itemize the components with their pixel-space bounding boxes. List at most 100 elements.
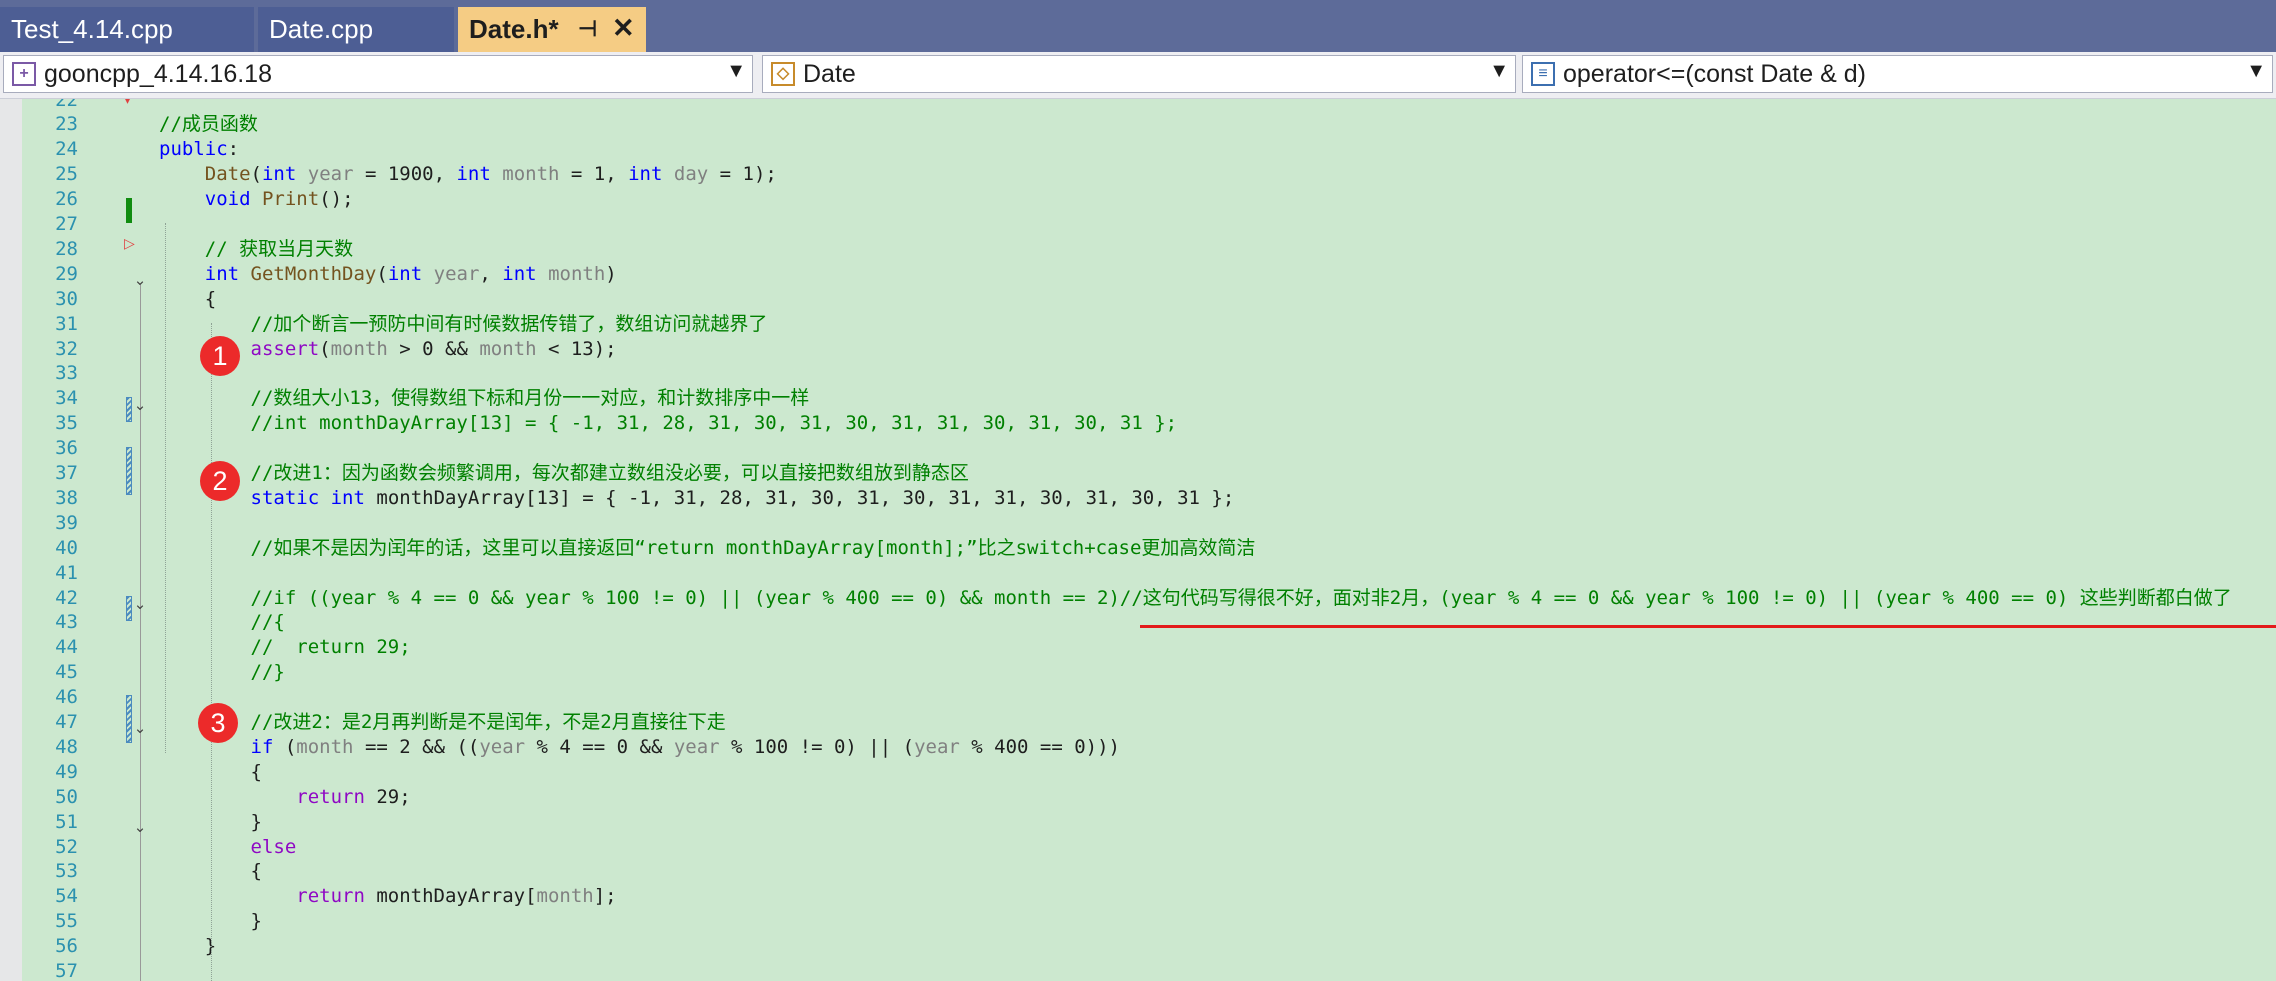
line-number: 54 <box>55 885 78 908</box>
scope-dropdown[interactable]: ◇ Date ▼ <box>762 55 1516 93</box>
line-number: 53 <box>55 860 78 883</box>
code-editor[interactable]: 22 23 24 25 26 27 28 29 30 31 32 33 34 35 36 37 38 39 40 41… <box>0 99 2276 981</box>
fold-guide-line <box>140 285 141 981</box>
method-icon: ≡ <box>1531 62 1555 86</box>
collapse-icon[interactable]: ⌄ <box>132 271 148 289</box>
line-number: 35 <box>55 412 78 435</box>
code-token: monthDayArray[ <box>364 885 537 908</box>
line-number: 32 <box>55 337 78 360</box>
code-line[interactable]: //如果不是因为闰年的话，这里可以直接返回“return monthDayArr… <box>159 536 1256 561</box>
code-token: 29; <box>364 785 411 808</box>
chevron-down-icon: ▼ <box>726 60 746 82</box>
line-number: 26 <box>55 188 78 211</box>
tab-date-cpp[interactable]: Date.cpp <box>258 7 454 52</box>
code-line[interactable]: return monthDayArray[month]; <box>159 884 617 909</box>
code-line[interactable]: // 获取当月天数 <box>159 237 353 262</box>
code-line[interactable]: else <box>159 835 297 860</box>
code-line[interactable]: { <box>159 287 216 312</box>
navigation-bar: + gooncpp_4.14.16.18 ▼ ◇ Date ▼ ≡ operat… <box>0 52 2276 99</box>
code-token: //} <box>250 661 285 684</box>
project-name: gooncpp_4.14.16.18 <box>44 59 272 88</box>
code-line[interactable]: int GetMonthDay(int year, int month) <box>159 262 617 287</box>
code-line[interactable]: // return 29; <box>159 635 411 660</box>
code-token: //改进2：是2月再判断是不是闰年，不是2月直接往下走 <box>250 711 726 733</box>
code-token: % 4 == 0 && <box>525 735 674 758</box>
code-line[interactable]: public: <box>159 137 239 162</box>
collapse-icon[interactable]: ⌄ <box>132 719 148 737</box>
code-line[interactable]: //if ((year % 4 == 0 && year % 100 != 0)… <box>159 586 2232 611</box>
code-line[interactable]: //{ <box>159 610 285 635</box>
code-line[interactable]: } <box>159 934 216 959</box>
code-token: ]; <box>593 885 617 908</box>
change-marker-unsaved <box>126 447 132 495</box>
code-token: int <box>261 163 297 186</box>
tab-label: Date.h* <box>469 14 559 44</box>
code-line[interactable]: //加个断言一预防中间有时候数据传错了，数组访问就越界了 <box>159 312 768 337</box>
change-marker-saved <box>126 198 132 223</box>
line-number: 46 <box>55 686 78 709</box>
collapse-icon[interactable]: ⌄ <box>132 396 148 414</box>
code-line[interactable]: //改进2：是2月再判断是不是闰年，不是2月直接往下走 <box>159 710 726 735</box>
tab-label: Date.cpp <box>269 14 374 44</box>
code-token: year <box>673 735 720 758</box>
code-token: //如果不是因为闰年的话，这里可以直接返回“return monthDayArr… <box>250 536 1256 559</box>
code-token: return <box>296 785 365 808</box>
code-token: year <box>479 735 526 758</box>
code-token: ( <box>319 337 331 360</box>
code-line[interactable]: void Print(); <box>159 187 354 212</box>
line-number: 31 <box>55 312 78 335</box>
code-token: return <box>296 885 365 908</box>
chevron-down-icon: ▼ <box>1489 60 1509 82</box>
line-number: 49 <box>55 760 78 783</box>
code-line[interactable]: //数组大小13，使得数组下标和月份一一对应，和计数排序中一样 <box>159 386 810 411</box>
scope-name: Date <box>803 59 856 88</box>
member-name: operator<=(const Date & d) <box>1563 59 1866 88</box>
code-token: //int monthDayArray[13] = { -1, 31, 28, … <box>250 412 1178 435</box>
line-number: 47 <box>55 711 78 733</box>
close-icon[interactable]: ✕ <box>612 13 635 44</box>
code-line[interactable]: if (month == 2 && ((year % 4 == 0 && yea… <box>159 735 1120 760</box>
marker-arrow-icon: ▷ <box>124 235 135 251</box>
code-token: (); <box>319 188 354 211</box>
code-line[interactable]: //成员函数 <box>159 112 258 137</box>
code-token: // return 29; <box>250 636 411 659</box>
code-line[interactable]: return 29; <box>159 785 411 810</box>
project-dropdown[interactable]: + gooncpp_4.14.16.18 ▼ <box>3 55 753 93</box>
indent-guide <box>211 323 212 981</box>
code-token: //改进1：因为函数会频繁调用，每次都建立数组没必要，可以直接把数组放到静态区 <box>250 462 969 484</box>
code-token: = 1); <box>708 163 777 186</box>
code-token: year <box>307 163 354 186</box>
tab-date-h[interactable]: Date.h* ⊣ ✕ <box>458 7 646 52</box>
line-number: 30 <box>55 287 78 310</box>
code-token: monthDayArray[13] = { -1, 31, 28, 31, 30… <box>364 486 1235 509</box>
code-line[interactable]: static int monthDayArray[13] = { -1, 31,… <box>159 486 1235 511</box>
line-number: 43 <box>55 611 78 634</box>
pin-icon[interactable]: ⊣ <box>578 16 597 42</box>
code-line[interactable]: //} <box>159 660 285 685</box>
code-token: //加个断言一预防中间有时候数据传错了，数组访问就越界了 <box>250 312 768 335</box>
annotation-badge-2: 2 <box>200 461 240 501</box>
project-icon: + <box>12 62 36 86</box>
line-number: 48 <box>55 735 78 758</box>
collapse-icon[interactable]: ⌄ <box>132 595 148 613</box>
code-token: Date <box>204 163 251 186</box>
code-line[interactable]: //int monthDayArray[13] = { -1, 31, 28, … <box>159 411 1178 436</box>
tab-test-4-14-cpp[interactable]: Test_4.14.cpp <box>0 7 254 52</box>
member-dropdown[interactable]: ≡ operator<=(const Date & d) ▼ <box>1522 55 2273 93</box>
code-token: Print <box>261 188 320 211</box>
code-token: int <box>204 262 240 285</box>
tab-label: Test_4.14.cpp <box>11 14 173 44</box>
code-line[interactable]: //改进1：因为函数会频繁调用，每次都建立数组没必要，可以直接把数组放到静态区 <box>159 461 969 486</box>
collapse-icon[interactable]: ⌄ <box>132 818 148 836</box>
code-line[interactable]: Date(int year = 1900, int month = 1, int… <box>159 162 777 187</box>
annotation-badge-3: 3 <box>198 703 238 743</box>
